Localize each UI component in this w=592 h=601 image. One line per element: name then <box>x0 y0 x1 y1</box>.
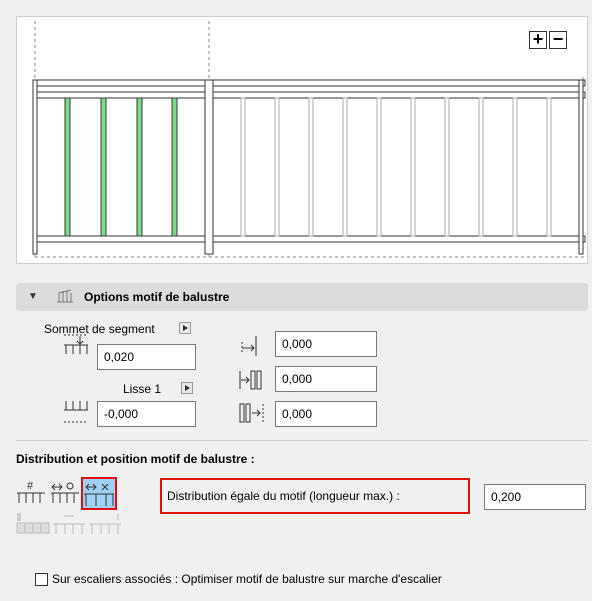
segment-top-field[interactable] <box>97 344 196 370</box>
railing-preview-drawing <box>32 21 586 258</box>
span-offset-icon <box>239 370 262 390</box>
segment-top-menu-button[interactable] <box>179 322 191 334</box>
align-center-icon[interactable] <box>52 512 86 536</box>
pattern-preview: + − <box>16 16 588 264</box>
fixed-length-icon[interactable] <box>50 480 80 504</box>
align-start-icon[interactable] <box>16 512 50 536</box>
bottom-offset-icon <box>64 401 88 423</box>
section-divider <box>16 440 588 441</box>
distribution-mode-label: Distribution égale du motif (longueur ma… <box>167 489 400 503</box>
distribution-length-field[interactable] <box>484 484 586 510</box>
right-offset-field[interactable] <box>275 401 377 427</box>
optimize-on-stairs-checkbox[interactable] <box>35 573 48 586</box>
optimize-on-stairs-label[interactable]: Sur escaliers associés : Optimiser motif… <box>52 572 442 586</box>
zoom-in-button[interactable]: + <box>529 30 547 49</box>
fixed-count-icon[interactable]: # <box>16 480 46 504</box>
segment-top-label: Sommet de segment <box>44 322 155 336</box>
section-title: Options motif de balustre <box>84 290 230 304</box>
span-offset-field[interactable] <box>275 366 377 392</box>
rail-menu-button[interactable] <box>181 382 193 394</box>
repeated-balusters <box>240 97 552 237</box>
selected-option-highlight <box>81 477 117 510</box>
svg-text:#: # <box>27 480 34 492</box>
rail-label: Lisse 1 <box>123 382 162 396</box>
align-end-icon[interactable] <box>88 512 122 536</box>
top-offset-icon <box>64 334 88 354</box>
right-offset-icon <box>239 403 264 423</box>
left-offset-field[interactable] <box>275 331 377 357</box>
highlighted-balusters <box>64 97 178 237</box>
baluster-pattern-icon <box>57 289 73 303</box>
collapse-caret-icon[interactable]: ▼ <box>28 291 38 302</box>
section-header[interactable]: ▼ Options motif de balustre <box>16 283 588 311</box>
distribution-heading: Distribution et position motif de balust… <box>16 452 255 466</box>
zoom-out-button[interactable]: − <box>549 30 567 49</box>
rail-offset-field[interactable] <box>97 401 196 427</box>
left-offset-icon <box>241 336 257 356</box>
